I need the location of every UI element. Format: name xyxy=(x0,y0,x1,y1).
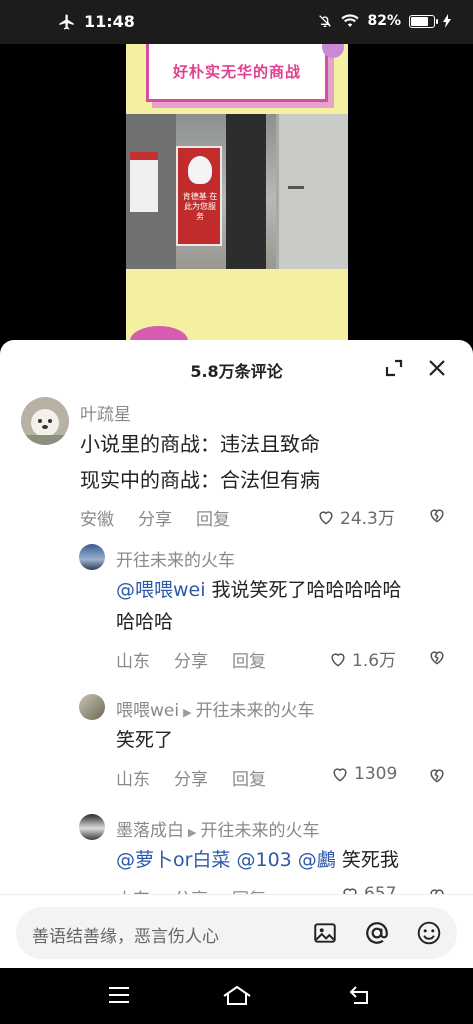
menu-icon[interactable] xyxy=(107,984,131,1006)
heart-icon xyxy=(319,510,333,525)
emoji-icon[interactable] xyxy=(416,920,442,946)
reply-actions: 山东 分享 回复 xyxy=(116,647,290,672)
photo-doorway xyxy=(226,114,266,269)
reply-username-line: 墨落成白 ▶ 开往未来的火车 xyxy=(116,816,319,841)
reply-username-line: 喂喂wei ▶ 开往未来的火车 xyxy=(116,696,315,721)
video-photo: 肯德基 在此为您服务 xyxy=(126,114,348,269)
reply-button[interactable]: 回复 xyxy=(232,765,266,790)
comment-input-placeholder: 善语结善缘，恶言伤人心 xyxy=(32,927,219,947)
reply-username[interactable]: 开往未来的火车 xyxy=(116,546,235,571)
reply-to-username[interactable]: 开往未来的火车 xyxy=(196,701,315,721)
comment-input-bar: 善语结善缘，恶言伤人心 xyxy=(0,894,473,968)
comment-text-line: 小说里的商战：违法且致命 xyxy=(80,432,320,456)
broken-heart-icon[interactable] xyxy=(427,765,447,785)
video-player[interactable]: 好朴实无华的商战 肯德基 在此为您服务 xyxy=(0,44,473,340)
wifi-icon xyxy=(341,14,360,27)
like-count: 24.3万 xyxy=(340,509,395,529)
broken-heart-icon[interactable] xyxy=(427,647,447,667)
share-button[interactable]: 分享 xyxy=(174,647,208,672)
broken-heart-icon[interactable] xyxy=(427,505,447,525)
heart-icon xyxy=(333,768,347,782)
battery-percent: 82% xyxy=(367,13,401,29)
back-icon[interactable] xyxy=(348,984,372,1006)
reply-text: @萝卜or白菜 @103 @鸕 笑死我 xyxy=(116,844,399,876)
heart-icon xyxy=(331,652,345,667)
mention-link[interactable]: @鸕 xyxy=(298,849,336,871)
photo-poster xyxy=(130,152,158,212)
status-time: 11:48 xyxy=(84,12,135,31)
avatar[interactable] xyxy=(21,397,69,445)
reply-text: @喂喂wei 我说笑死了哈哈哈哈哈 xyxy=(116,574,402,606)
video-frame: 好朴实无华的商战 肯德基 在此为您服务 xyxy=(126,44,348,340)
kfc-sign-text: 肯德基 在此为您服务 xyxy=(182,192,218,221)
reply-button[interactable]: 回复 xyxy=(232,647,266,672)
comment-username[interactable]: 叶疏星 xyxy=(80,400,131,425)
reply-username[interactable]: 墨落成白 xyxy=(116,821,184,841)
battery-icon xyxy=(409,14,438,28)
like-button[interactable]: 24.3万 xyxy=(316,504,395,529)
mention-link[interactable]: @萝卜or白菜 xyxy=(116,849,230,871)
mute-icon xyxy=(319,15,332,27)
reply-username[interactable]: 喂喂wei xyxy=(116,701,179,721)
like-count: 1309 xyxy=(354,764,398,784)
reply-button[interactable]: 回复 xyxy=(196,505,230,530)
avatar[interactable] xyxy=(79,544,105,570)
home-icon[interactable] xyxy=(222,984,252,1006)
avatar[interactable] xyxy=(79,814,105,840)
mention-icon[interactable] xyxy=(364,920,390,946)
reply-arrow-icon: ▶ xyxy=(188,826,197,839)
reply-text-line: 哈哈哈 xyxy=(116,611,174,633)
video-banner-text: 好朴实无华的商战 xyxy=(172,63,301,81)
airplane-icon xyxy=(59,14,74,29)
comment-location: 山东 xyxy=(116,652,150,672)
battery-fill xyxy=(411,16,429,26)
comment-item: 叶疏星 小说里的商战：违法且致命 现实中的商战：合法但有病 安徽 分享 回复 2… xyxy=(0,340,473,540)
dog-avatar-icon xyxy=(21,409,69,445)
reply-item: 开往未来的火车 @喂喂wei 我说笑死了哈哈哈哈哈 哈哈哈 山东 分享 回复 1… xyxy=(0,540,473,680)
mention-link[interactable]: @喂喂wei xyxy=(116,579,206,601)
reply-actions: 山东 分享 回复 xyxy=(116,765,290,790)
like-button[interactable]: 1309 xyxy=(330,764,397,784)
decorative-blob xyxy=(130,326,188,340)
reply-item: 喂喂wei ▶ 开往未来的火车 笑死了 山东 分享 回复 1309 xyxy=(0,690,473,800)
door-handle xyxy=(288,186,304,189)
reply-to-username[interactable]: 开往未来的火车 xyxy=(200,821,319,841)
comment-location: 山东 xyxy=(116,770,150,790)
comment-actions: 安徽 分享 回复 xyxy=(80,505,254,530)
share-button[interactable]: 分享 xyxy=(174,765,208,790)
reply-arrow-icon: ▶ xyxy=(183,706,192,719)
photo-door xyxy=(276,114,348,269)
share-button[interactable]: 分享 xyxy=(138,505,172,530)
kfc-logo-face xyxy=(188,156,212,184)
mention-link[interactable]: @103 xyxy=(236,849,291,871)
avatar[interactable] xyxy=(79,694,105,720)
like-button[interactable]: 1.6万 xyxy=(328,646,396,671)
video-banner: 好朴实无华的商战 xyxy=(146,44,328,102)
charging-icon xyxy=(443,14,451,28)
comment-input[interactable]: 善语结善缘，恶言伤人心 xyxy=(16,907,457,959)
reply-text: 笑死了 xyxy=(116,729,174,751)
reply-text-content: 笑死我 xyxy=(341,849,399,871)
comment-text-line: 现实中的商战：合法但有病 xyxy=(80,468,320,492)
comment-location: 安徽 xyxy=(80,510,114,530)
system-nav-bar xyxy=(0,968,473,1024)
comments-sheet: 5.8万条评论 叶疏星 小说里的商战：违法且致命 现实中的商战：合法但有病 安徽… xyxy=(0,340,473,968)
image-icon[interactable] xyxy=(312,920,338,946)
like-count: 1.6万 xyxy=(352,651,397,671)
status-bar: 11:48 82% xyxy=(0,0,473,44)
reply-text-content: 我说笑死了哈哈哈哈哈 xyxy=(205,579,402,601)
kfc-sign: 肯德基 在此为您服务 xyxy=(176,146,222,246)
